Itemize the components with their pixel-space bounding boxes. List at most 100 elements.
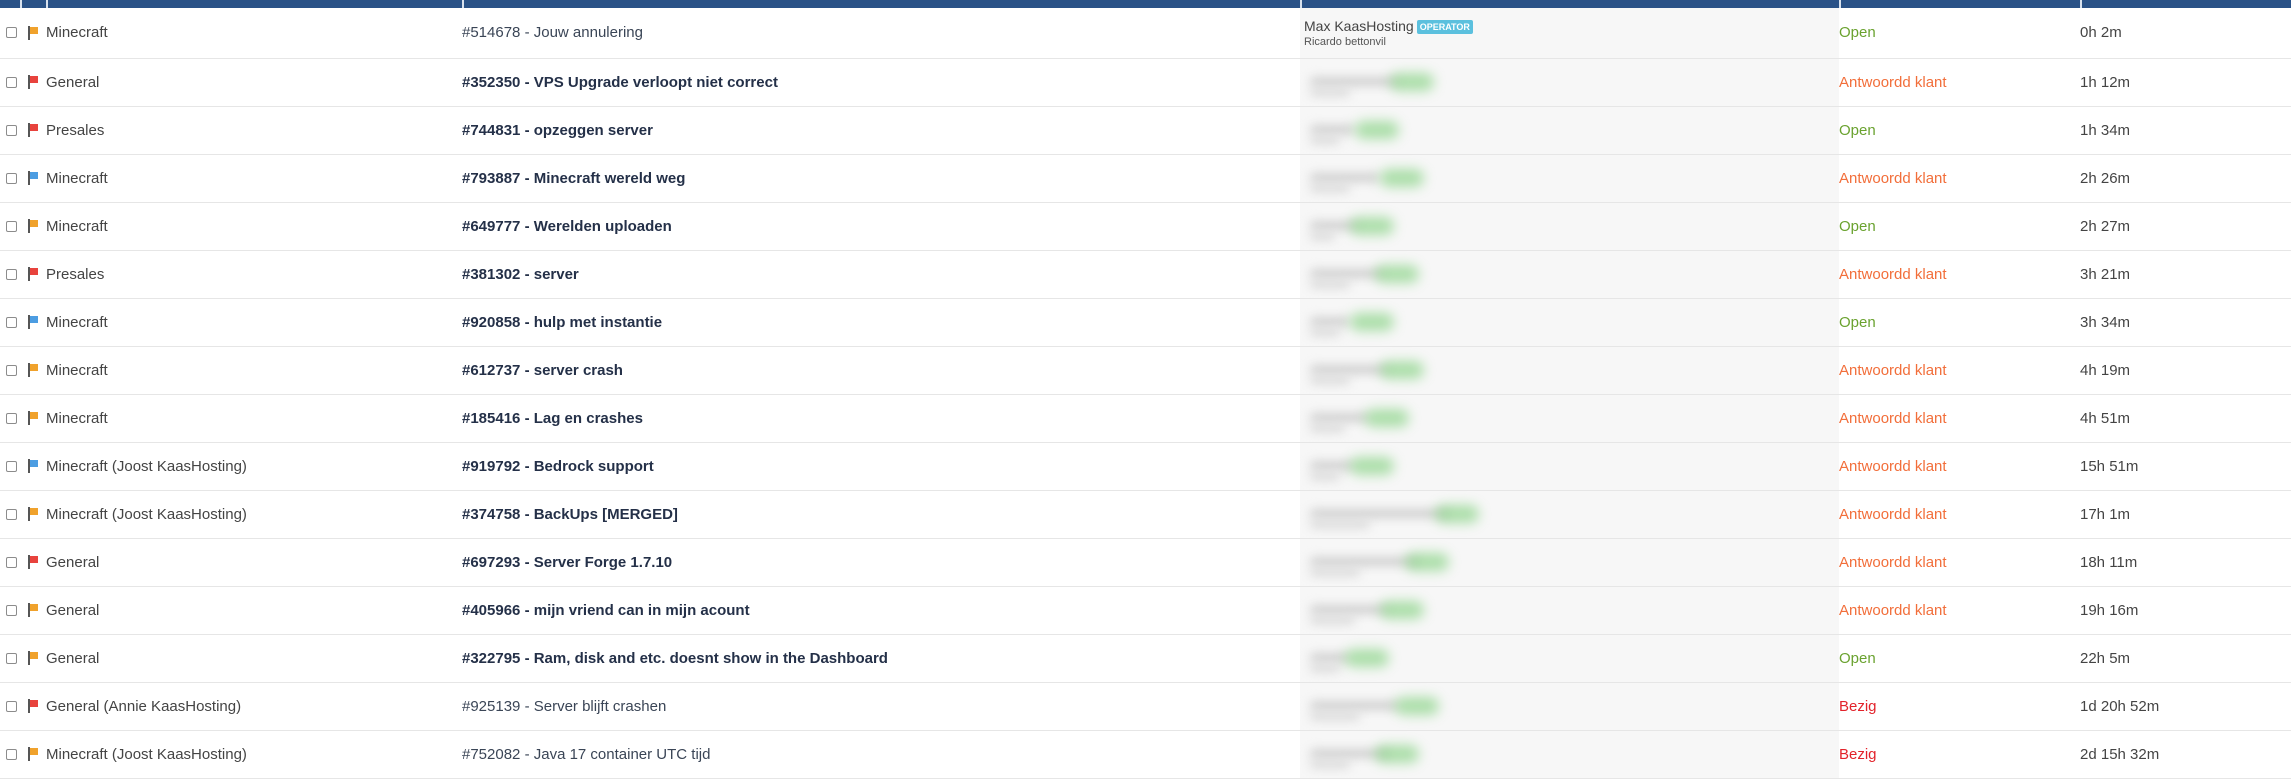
row-checkbox-cell <box>0 106 20 155</box>
redacted-user-name <box>1310 701 1400 710</box>
table-row[interactable]: Presales #381302 - server Antwoordd klant 3… <box>0 250 2291 299</box>
assigned-user-cell <box>1300 682 1839 731</box>
operator-badge: OPERATOR <box>1416 19 1473 34</box>
header-separator <box>462 0 464 8</box>
ticket-subject-link[interactable]: #405966 - mijn vriend can in mijn acount <box>462 586 1300 635</box>
table-row[interactable]: Minecraft #185416 - Lag en crashes Antwoor… <box>0 394 2291 443</box>
status-label: Antwoordd klant <box>1839 394 2080 443</box>
table-row[interactable]: Minecraft (Joost KaasHosting) #374758 - B… <box>0 490 2291 539</box>
table-row[interactable]: Minecraft #920858 - hulp met instantie Ope… <box>0 298 2291 347</box>
row-checkbox-cell <box>0 346 20 395</box>
table-row[interactable]: General #322795 - Ram, disk and etc. does… <box>0 634 2291 683</box>
redacted-user-subtitle <box>1310 473 1340 480</box>
status-label: Open <box>1839 106 2080 155</box>
row-checkbox[interactable] <box>6 27 17 39</box>
row-checkbox[interactable] <box>6 172 17 184</box>
row-checkbox[interactable] <box>6 268 17 280</box>
priority-flag-cell <box>20 586 46 635</box>
redacted-user <box>1300 355 1839 385</box>
ticket-subject-link[interactable]: #185416 - Lag en crashes <box>462 394 1300 443</box>
ticket-subject-link[interactable]: #793887 - Minecraft wereld weg <box>462 154 1300 203</box>
department-label: Minecraft (Joost KaasHosting) <box>46 442 462 491</box>
row-checkbox[interactable] <box>6 508 17 520</box>
ticket-subject-link[interactable]: #352350 - VPS Upgrade verloopt niet corr… <box>462 58 1300 107</box>
table-row[interactable]: Presales #744831 - opzeggen server Open 1h … <box>0 106 2291 155</box>
table-row[interactable]: Minecraft (Joost KaasHosting) #752082 - J… <box>0 730 2291 779</box>
ticket-subject-link[interactable]: #919792 - Bedrock support <box>462 442 1300 491</box>
table-row[interactable]: Minecraft #793887 - Minecraft wereld weg A… <box>0 154 2291 203</box>
redacted-badge <box>1350 313 1394 331</box>
status-label: Antwoordd klant <box>1839 490 2080 539</box>
last-reply-time: 2h 26m <box>2080 154 2291 203</box>
redacted-badge <box>1380 169 1424 187</box>
redacted-user-name <box>1310 413 1370 422</box>
priority-flag-cell <box>20 442 46 491</box>
table-row[interactable]: General #405966 - mijn vriend can in mijn… <box>0 586 2291 635</box>
priority-flag-icon <box>28 411 40 425</box>
row-checkbox[interactable] <box>6 556 17 568</box>
row-checkbox[interactable] <box>6 76 17 88</box>
row-checkbox[interactable] <box>6 412 17 424</box>
row-checkbox[interactable] <box>6 604 17 616</box>
ticket-subject-link[interactable]: #697293 - Server Forge 1.7.10 <box>462 538 1300 587</box>
assigned-user-cell <box>1300 442 1839 491</box>
flag-cloth <box>30 124 38 131</box>
redacted-user <box>1300 163 1839 193</box>
ticket-subject-link[interactable]: #752082 - Java 17 container UTC tijd <box>462 730 1300 779</box>
department-label: General (Annie KaasHosting) <box>46 682 462 731</box>
ticket-subject-link[interactable]: #381302 - server <box>462 250 1300 299</box>
assigned-user-cell <box>1300 394 1839 443</box>
priority-flag-cell <box>20 682 46 731</box>
department-label: General <box>46 58 462 107</box>
row-checkbox[interactable] <box>6 700 17 712</box>
row-checkbox[interactable] <box>6 220 17 232</box>
table-row[interactable]: General (Annie KaasHosting) #925139 - Ser… <box>0 682 2291 731</box>
table-row[interactable]: General #697293 - Server Forge 1.7.10 Antw… <box>0 538 2291 587</box>
last-reply-time: 4h 19m <box>2080 346 2291 395</box>
assigned-user-subtitle: Ricardo bettonvil <box>1304 35 1386 48</box>
last-reply-time: 22h 5m <box>2080 634 2291 683</box>
assigned-user-cell <box>1300 58 1839 107</box>
ticket-subject-link[interactable]: #920858 - hulp met instantie <box>462 298 1300 347</box>
row-checkbox[interactable] <box>6 364 17 376</box>
flag-cloth <box>30 364 38 371</box>
ticket-subject-link[interactable]: #374758 - BackUps [MERGED] <box>462 490 1300 539</box>
flag-cloth <box>30 76 38 83</box>
last-reply-time: 1h 34m <box>2080 106 2291 155</box>
table-row[interactable]: Minecraft #514678 - Jouw annulering Max Ka… <box>0 8 2291 59</box>
redacted-user-subtitle <box>1310 377 1350 384</box>
table-row[interactable]: General #352350 - VPS Upgrade verloopt ni… <box>0 58 2291 107</box>
status-label: Antwoordd klant <box>1839 154 2080 203</box>
redacted-user-name <box>1310 173 1380 182</box>
ticket-subject-link[interactable]: #925139 - Server blijft crashen <box>462 682 1300 731</box>
status-label: Antwoordd klant <box>1839 250 2080 299</box>
ticket-subject-link[interactable]: #322795 - Ram, disk and etc. doesnt show… <box>462 634 1300 683</box>
redacted-user <box>1300 307 1839 337</box>
row-checkbox[interactable] <box>6 748 17 760</box>
ticket-subject-link[interactable]: #612737 - server crash <box>462 346 1300 395</box>
table-row[interactable]: Minecraft #612737 - server crash Antwoordd… <box>0 346 2291 395</box>
table-row[interactable]: Minecraft #649777 - Werelden uploaden Open… <box>0 202 2291 251</box>
ticket-subject-link[interactable]: #744831 - opzeggen server <box>462 106 1300 155</box>
row-checkbox[interactable] <box>6 124 17 136</box>
priority-flag-cell <box>20 538 46 587</box>
priority-flag-icon <box>28 363 40 377</box>
redacted-user-subtitle <box>1310 425 1345 432</box>
assigned-user-cell <box>1300 298 1839 347</box>
department-label: Minecraft <box>46 394 462 443</box>
priority-flag-icon <box>28 603 40 617</box>
row-checkbox[interactable] <box>6 460 17 472</box>
priority-flag-icon <box>28 459 40 473</box>
department-label: General <box>46 586 462 635</box>
flag-cloth <box>30 652 38 659</box>
ticket-subject-link[interactable]: #649777 - Werelden uploaden <box>462 202 1300 251</box>
table-row[interactable]: Minecraft (Joost KaasHosting) #919792 - B… <box>0 442 2291 491</box>
redacted-user-name <box>1310 125 1355 134</box>
priority-flag-cell <box>20 106 46 155</box>
status-label: Antwoordd klant <box>1839 346 2080 395</box>
assigned-user-cell <box>1300 106 1839 155</box>
redacted-user-subtitle <box>1310 233 1335 240</box>
row-checkbox[interactable] <box>6 652 17 664</box>
ticket-subject-link[interactable]: #514678 - Jouw annulering <box>462 8 1300 59</box>
row-checkbox[interactable] <box>6 316 17 328</box>
